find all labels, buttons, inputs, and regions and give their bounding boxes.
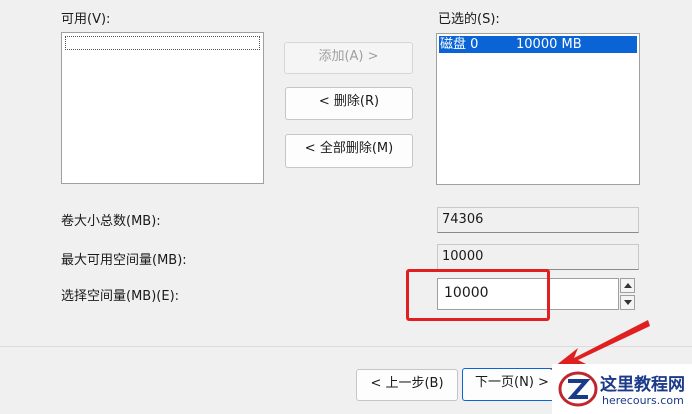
spin-up-button[interactable] (620, 278, 635, 293)
remove-all-button[interactable]: < 全部删除(M) (285, 134, 413, 168)
watermark-logo-icon (558, 371, 598, 407)
watermark: 这里教程网 herecours.com (552, 364, 692, 414)
available-focus-row (65, 36, 260, 50)
available-listbox[interactable] (61, 32, 264, 184)
highlight-box (406, 269, 550, 321)
spin-down-button[interactable] (620, 295, 635, 310)
spin-up-icon (624, 283, 632, 288)
select-space-label: 选择空间量(MB)(E): (61, 289, 180, 304)
total-size-label: 卷大小总数(MB): (61, 214, 161, 229)
add-button[interactable]: 添加(A) > (284, 42, 413, 74)
watermark-site: herecours.com (602, 394, 684, 407)
max-space-label: 最大可用空间量(MB): (61, 253, 187, 268)
watermark-title: 这里教程网 (600, 375, 685, 395)
remove-button[interactable]: < 删除(R) (285, 87, 413, 120)
total-size-field: 74306 (437, 207, 639, 233)
back-button[interactable]: < 上一步(B) (356, 369, 458, 401)
spin-down-icon (624, 300, 632, 305)
selected-item-disk: 磁盘 0 (440, 37, 479, 52)
available-label: 可用(V): (61, 12, 111, 27)
selected-list-item[interactable]: 磁盘 0 10000 MB (439, 36, 637, 53)
selected-listbox[interactable]: 磁盘 0 10000 MB (436, 33, 640, 185)
selected-item-size: 10000 MB (516, 37, 582, 52)
max-space-field: 10000 (437, 244, 639, 270)
selected-label: 已选的(S): (438, 12, 500, 27)
